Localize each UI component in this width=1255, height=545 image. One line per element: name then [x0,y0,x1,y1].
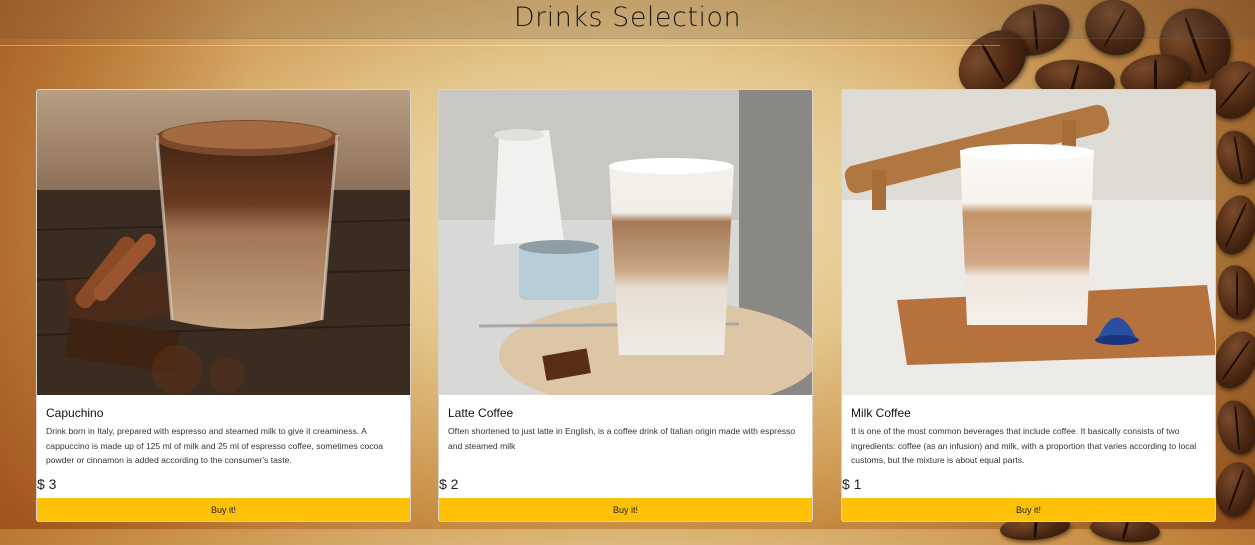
card-price: $ 1 [842,476,862,492]
latte-image [439,90,812,395]
header-bar: Drinks Selection [0,0,1255,39]
header-divider [0,45,1000,46]
product-card-latte: Latte Coffee Often shortened to just lat… [438,89,813,522]
milk-coffee-image [842,90,1215,395]
cappuccino-image [37,90,410,395]
card-description: Drink born in Italy, prepared with espre… [46,426,384,465]
card-title: Milk Coffee [851,406,911,420]
buy-button[interactable]: Buy it! [37,498,410,521]
card-title: Latte Coffee [448,406,514,420]
product-card-capuchino: Capuchino Drink born in Italy, prepared … [36,89,411,522]
buy-button[interactable]: Buy it! [439,498,812,521]
card-title: Capuchino [46,406,104,420]
card-description: Often shortened to just latte in English… [448,426,796,451]
card-description: It is one of the most common beverages t… [851,426,1197,465]
page-title: Drinks Selection [513,2,742,33]
card-price: $ 2 [439,476,459,492]
buy-button[interactable]: Buy it! [842,498,1215,521]
card-price: $ 3 [37,476,57,492]
product-card-milk-coffee: Milk Coffee It is one of the most common… [841,89,1216,522]
